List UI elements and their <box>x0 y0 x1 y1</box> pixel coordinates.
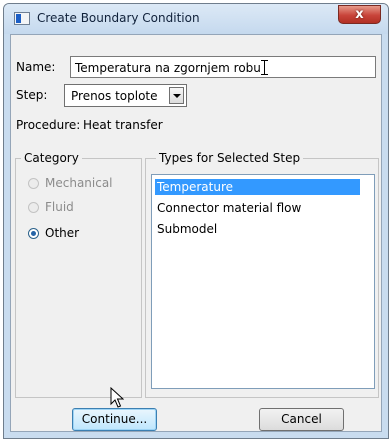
step-select-value: Prenos toplote <box>71 89 158 103</box>
window-title: Create Boundary Condition <box>37 11 200 25</box>
continue-button[interactable]: Continue... <box>72 408 157 431</box>
list-item-temperature[interactable]: Temperature <box>155 179 360 195</box>
category-group: Category Mechanical Fluid Other <box>15 151 142 398</box>
types-list[interactable]: Temperature Connector material flow Subm… <box>151 174 375 389</box>
name-input-value: Temperatura na zgornjem robu <box>75 61 261 75</box>
radio-fluid-label: Fluid <box>45 200 74 214</box>
radio-mechanical-label: Mechanical <box>45 176 113 190</box>
list-item-connector-material-flow[interactable]: Connector material flow <box>155 200 360 216</box>
mouse-pointer-icon <box>110 387 124 408</box>
name-label: Name: <box>16 60 56 74</box>
cancel-button[interactable]: Cancel <box>259 408 344 431</box>
close-icon: x <box>355 7 364 22</box>
procedure-value: Heat transfer <box>83 118 163 132</box>
types-legend: Types for Selected Step <box>156 151 304 165</box>
radio-selected-icon <box>28 228 39 239</box>
close-button[interactable]: x <box>338 5 381 24</box>
radio-icon <box>28 178 39 189</box>
create-boundary-condition-dialog: Create Boundary Condition x Name: Temper… <box>3 3 389 439</box>
radio-icon <box>28 202 39 213</box>
step-label: Step: <box>16 88 48 102</box>
title-bar[interactable]: Create Boundary Condition x <box>4 4 388 34</box>
dialog-body: Name: Temperatura na zgornjem robu Step:… <box>10 34 382 432</box>
name-input[interactable]: Temperatura na zgornjem robu <box>70 56 376 78</box>
text-cursor-icon <box>260 60 268 75</box>
window-icon <box>14 12 30 25</box>
step-select[interactable]: Prenos toplote <box>64 84 187 107</box>
chevron-down-icon[interactable] <box>169 87 184 104</box>
category-legend: Category <box>21 151 82 165</box>
list-item-submodel[interactable]: Submodel <box>155 221 360 237</box>
radio-other-label: Other <box>45 226 80 240</box>
procedure-label: Procedure: <box>16 118 81 132</box>
